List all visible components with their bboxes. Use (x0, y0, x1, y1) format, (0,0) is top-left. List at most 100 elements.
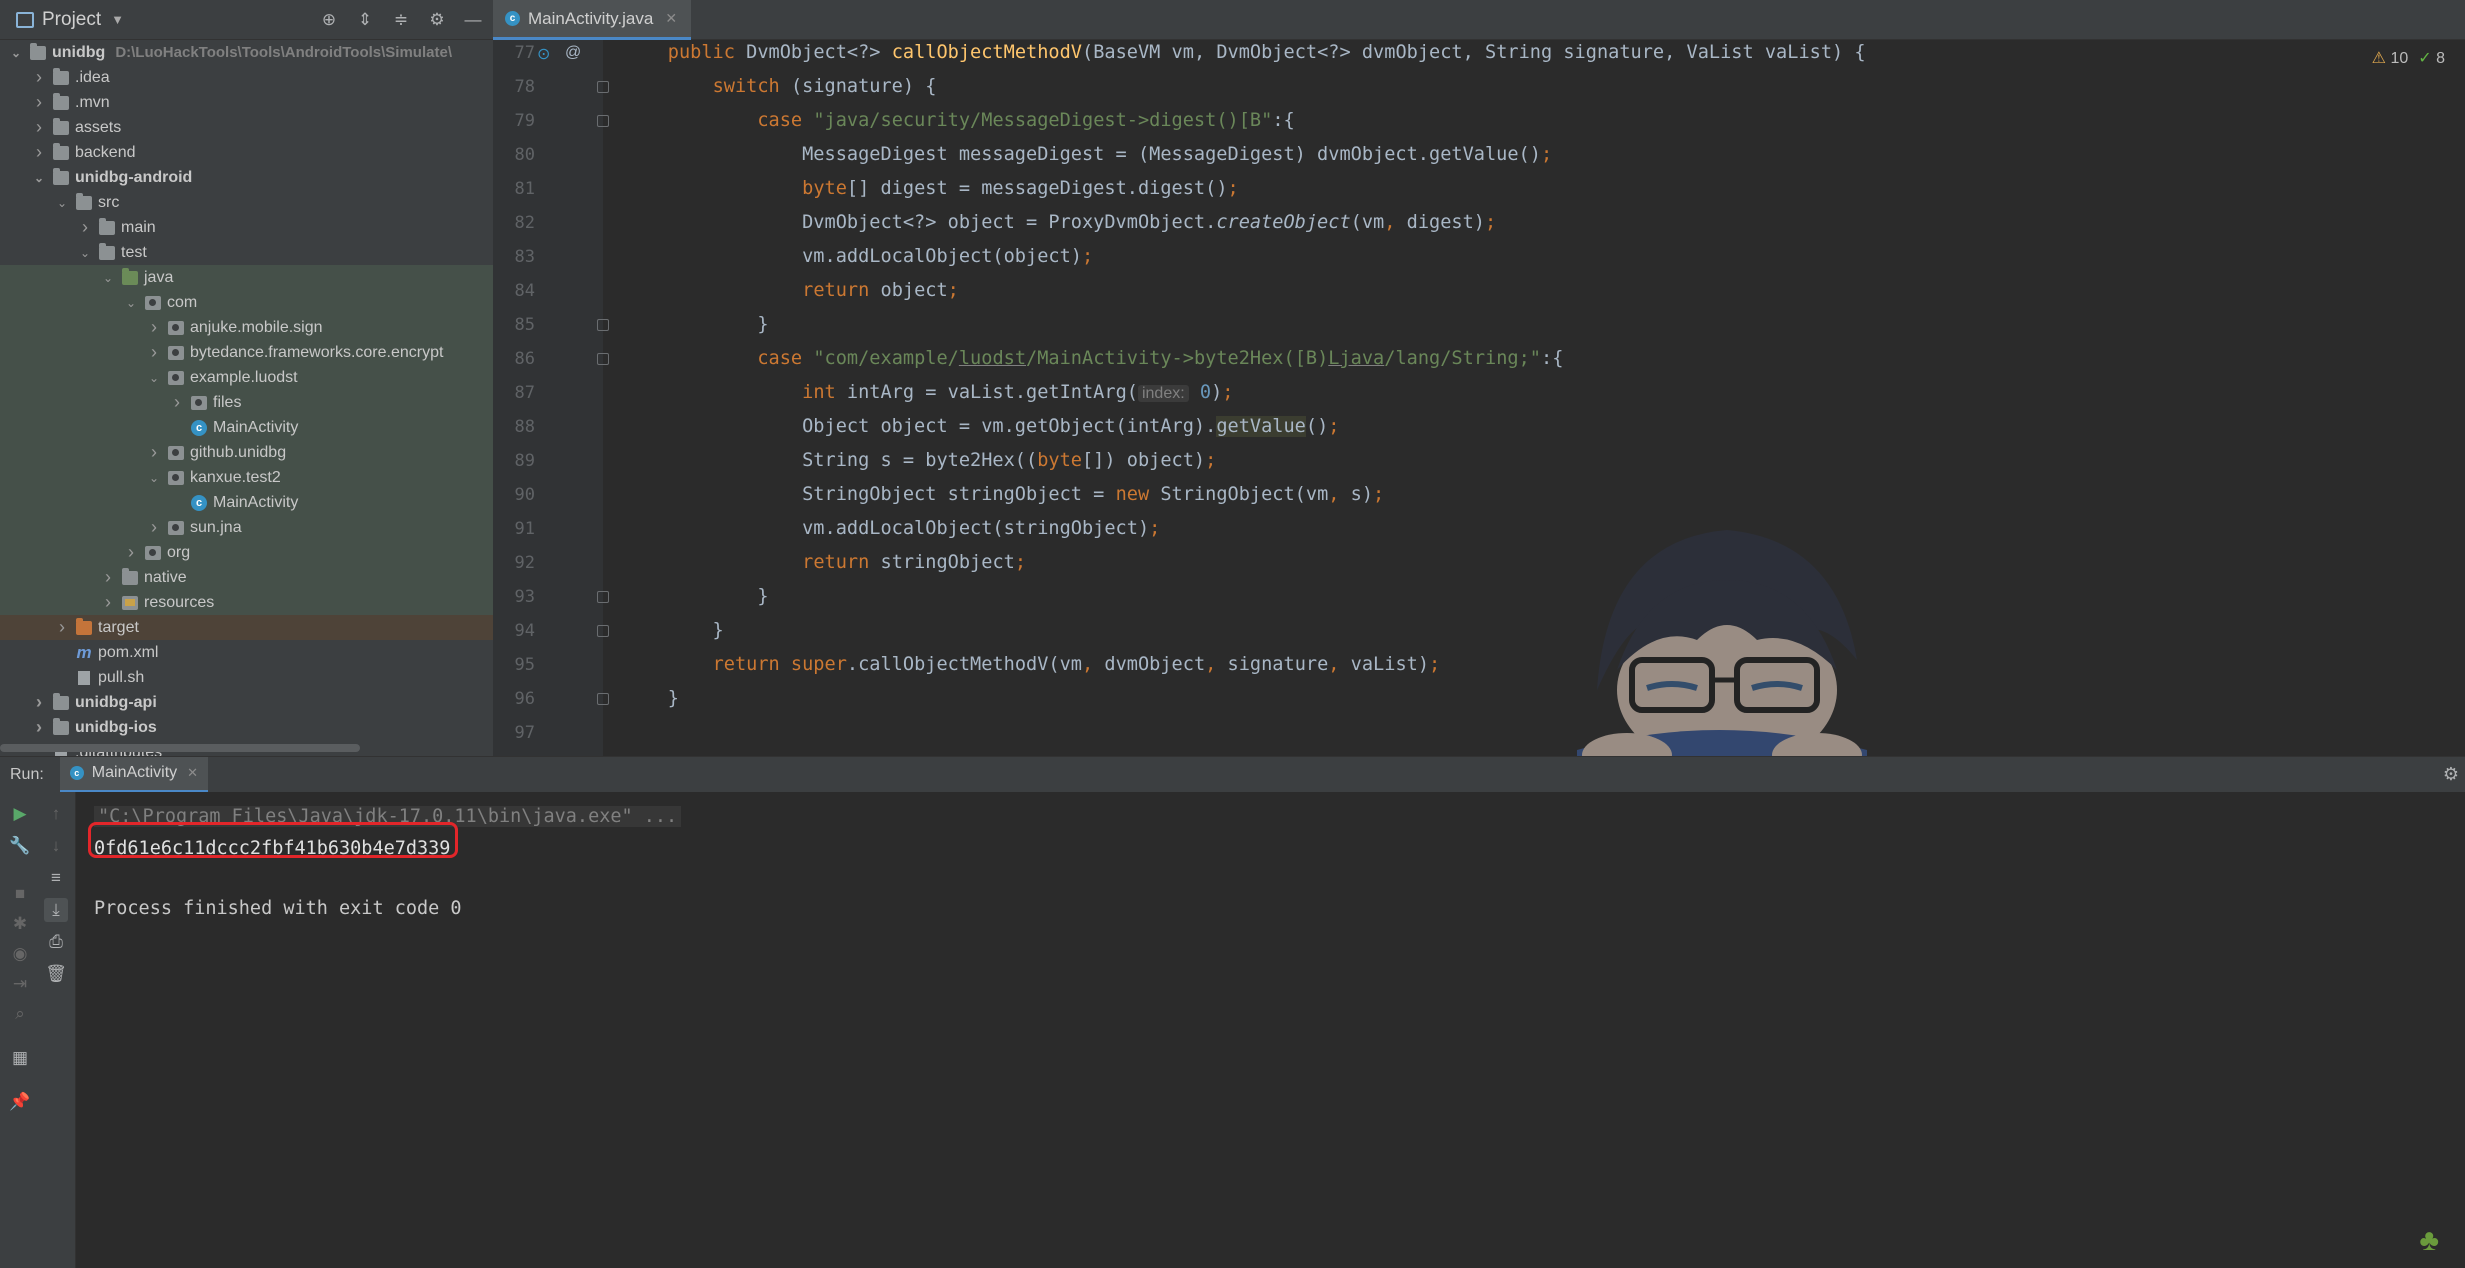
chevron-down-icon[interactable]: ▼ (111, 12, 124, 27)
chevron-right-icon[interactable]: › (31, 92, 47, 113)
chevron-right-icon[interactable]: › (146, 442, 162, 463)
tree-item[interactable]: c MainActivity (0, 415, 493, 440)
tree-item[interactable]: › .mvn (0, 90, 493, 115)
chevron-right-icon[interactable]: › (146, 342, 162, 363)
fold-marker[interactable] (597, 591, 609, 603)
stop-icon[interactable]: ■ (8, 882, 32, 906)
code-line[interactable]: Object object = vm.getObject(intArg).get… (623, 410, 1339, 444)
chevron-right-icon[interactable]: › (31, 717, 47, 738)
tree-item[interactable]: › files (0, 390, 493, 415)
annotation-icon[interactable]: @ (565, 44, 581, 62)
tree-item[interactable]: ⌄ src (0, 190, 493, 215)
fold-marker[interactable] (597, 353, 609, 365)
chevron-right-icon[interactable]: › (123, 542, 139, 563)
fold-marker[interactable] (597, 319, 609, 331)
code-line[interactable]: } (623, 308, 768, 342)
chevron-right-icon[interactable]: › (100, 567, 116, 588)
chevron-right-icon[interactable]: › (77, 217, 93, 238)
print-icon[interactable]: ⎙ (44, 930, 68, 954)
tree-item[interactable]: m pom.xml (0, 640, 493, 665)
chevron-right-icon[interactable]: › (54, 617, 70, 638)
chevron-down-icon[interactable]: ⌄ (146, 371, 162, 385)
tree-item[interactable]: ⌄ unidbg D:\LuoHackTools\Tools\AndroidTool… (0, 40, 493, 65)
wrench-icon[interactable]: 🔧 (8, 834, 32, 858)
tree-item[interactable]: ⌄ com (0, 290, 493, 315)
tree-item[interactable]: › unidbg-api (0, 690, 493, 715)
tree-item[interactable]: › sun.jna (0, 515, 493, 540)
chevron-right-icon[interactable]: › (169, 392, 185, 413)
code-line[interactable]: } (623, 580, 768, 614)
bug-icon[interactable]: ✱ (8, 912, 32, 936)
project-view-icon[interactable] (16, 11, 34, 28)
code-line[interactable]: public DvmObject<?> callObjectMethodV(Ba… (623, 36, 1866, 70)
fold-marker[interactable] (597, 625, 609, 637)
override-icon[interactable]: ⊙ (537, 44, 550, 64)
chevron-down-icon[interactable]: ⌄ (8, 46, 24, 60)
code-line[interactable]: case "java/security/MessageDigest->diges… (623, 104, 1294, 138)
chevron-down-icon[interactable]: ⌄ (123, 296, 139, 310)
code-line[interactable]: String s = byte2Hex((byte[]) object); (623, 444, 1216, 478)
expand-all-icon[interactable]: ⇕ (354, 9, 376, 31)
tree-item[interactable]: › assets (0, 115, 493, 140)
code-line[interactable]: int intArg = vaList.getIntArg(index: 0); (623, 376, 1233, 410)
tree-item[interactable]: ⌄ java (0, 265, 493, 290)
tree-item[interactable]: ⌄ example.luodst (0, 365, 493, 390)
tree-item[interactable]: › .idea (0, 65, 493, 90)
chevron-right-icon[interactable]: › (100, 592, 116, 613)
chevron-right-icon[interactable]: › (31, 692, 47, 713)
fold-marker[interactable] (597, 115, 609, 127)
gear-icon[interactable]: ⚙ (2443, 764, 2459, 785)
chevron-right-icon[interactable]: › (31, 117, 47, 138)
run-console[interactable]: "C:\Program Files\Java\jdk-17.0.11\bin\j… (76, 792, 2465, 1268)
tree-item[interactable]: › org (0, 540, 493, 565)
code-line[interactable]: return object; (623, 274, 959, 308)
tree-item[interactable]: › native (0, 565, 493, 590)
tree-item[interactable]: ⌄ test (0, 240, 493, 265)
tree-item[interactable]: › backend (0, 140, 493, 165)
code-line[interactable]: vm.addLocalObject(object); (623, 240, 1093, 274)
close-icon[interactable]: ✕ (187, 765, 198, 781)
code-line[interactable]: DvmObject<?> object = ProxyDvmObject.cre… (623, 206, 1496, 240)
horizontal-scrollbar[interactable] (0, 744, 360, 752)
tree-item[interactable]: › anjuke.mobile.sign (0, 315, 493, 340)
inspection-widget[interactable]: ⚠ 10 ✓ 8 (2372, 48, 2445, 68)
code-line[interactable]: vm.addLocalObject(stringObject); (623, 512, 1160, 546)
arrow-down-icon[interactable]: ↓ (44, 834, 68, 858)
collapse-all-icon[interactable]: ≑ (390, 9, 412, 31)
code-editor[interactable]: 77 78 79 80 81 82 83 84 85 86 87 88 89 90 91 92 93 94 95 96… (493, 40, 2465, 850)
chevron-right-icon[interactable]: › (31, 67, 47, 88)
tree-item[interactable]: › bytedance.frameworks.core.encrypt (0, 340, 493, 365)
project-title[interactable]: Project (42, 9, 101, 31)
tree-item[interactable]: › unidbg-ios (0, 715, 493, 740)
chevron-down-icon[interactable]: ⌄ (77, 246, 93, 260)
trash-icon[interactable]: 🗑 (44, 962, 68, 986)
layout-icon[interactable]: ▦ (8, 1046, 32, 1070)
tab-run-mainactivity[interactable]: c MainActivity ✕ (59, 756, 209, 793)
tree-item[interactable]: pull.sh (0, 665, 493, 690)
rerun-icon[interactable]: ▶ (8, 802, 32, 826)
exit-icon[interactable]: ⇥ (8, 972, 32, 996)
tree-item[interactable]: › target (0, 615, 493, 640)
tree-item[interactable]: › main (0, 215, 493, 240)
code-line[interactable]: } (623, 614, 724, 648)
tree-item[interactable]: ⌄ unidbg-android (0, 165, 493, 190)
close-icon[interactable]: ✕ (665, 10, 677, 27)
chevron-down-icon[interactable]: ⌄ (146, 471, 162, 485)
camera-icon[interactable]: ◉ (8, 942, 32, 966)
code-line[interactable]: MessageDigest messageDigest = (MessageDi… (623, 138, 1552, 172)
tree-item[interactable]: ⌄ kanxue.test2 (0, 465, 493, 490)
chevron-right-icon[interactable]: › (31, 142, 47, 163)
hide-icon[interactable]: — (462, 9, 484, 31)
code-line[interactable]: case "com/example/luodst/MainActivity->b… (623, 342, 1563, 376)
chevron-right-icon[interactable]: › (146, 517, 162, 538)
tree-item[interactable]: › resources (0, 590, 493, 615)
soft-wrap-icon[interactable]: ≡ (44, 866, 68, 890)
chevron-right-icon[interactable]: › (146, 317, 162, 338)
gear-icon[interactable]: ⚙ (426, 9, 448, 31)
code-line[interactable]: StringObject stringObject = new StringOb… (623, 478, 1384, 512)
locate-icon[interactable]: ⊕ (318, 9, 340, 31)
tab-mainactivity-java[interactable]: c MainActivity.java ✕ (493, 0, 692, 40)
tree-item[interactable]: › github.unidbg (0, 440, 493, 465)
fold-marker[interactable] (597, 81, 609, 93)
fold-marker[interactable] (597, 693, 609, 705)
